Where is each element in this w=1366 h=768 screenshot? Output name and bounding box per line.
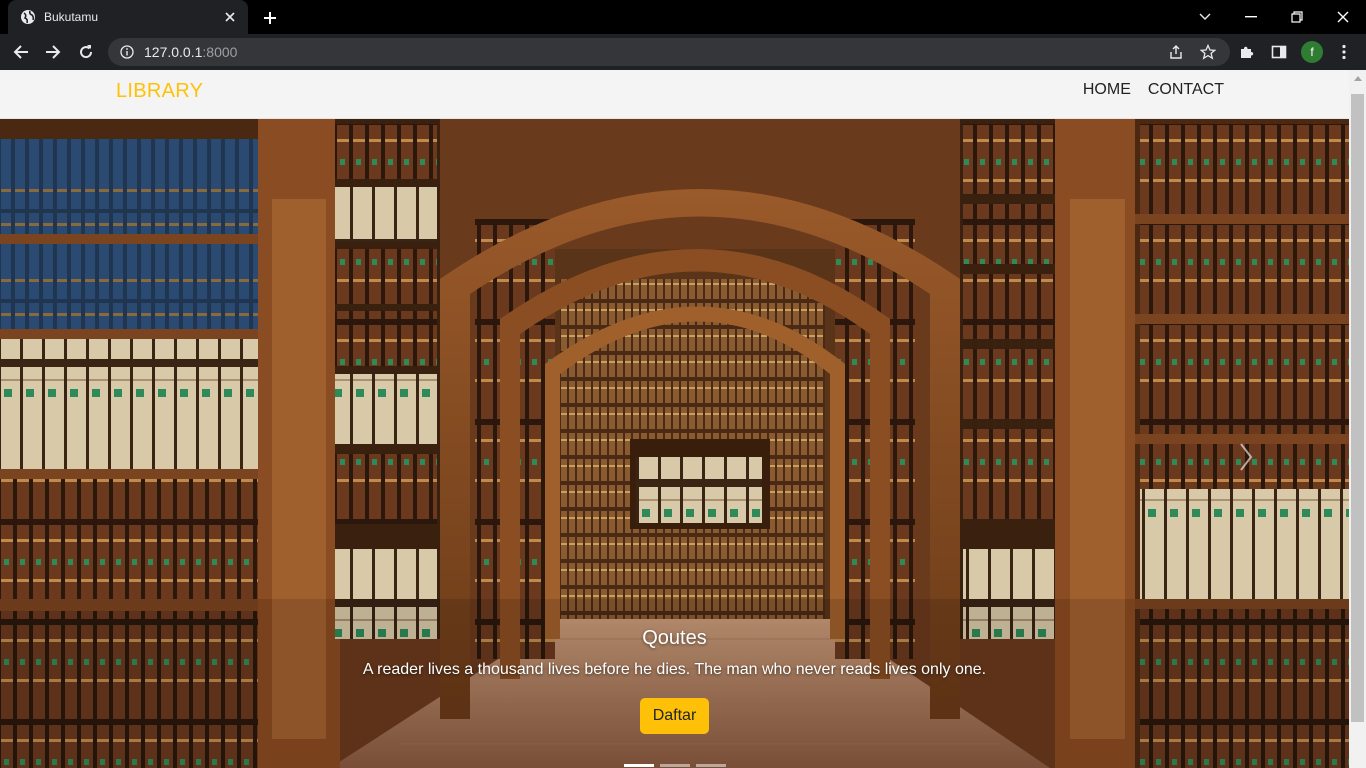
restore-icon[interactable]: [1286, 6, 1308, 28]
avatar[interactable]: f: [1301, 41, 1323, 63]
arrow-right-icon[interactable]: [42, 41, 64, 63]
star-icon[interactable]: [1200, 44, 1216, 60]
close-window-icon[interactable]: [1332, 6, 1354, 28]
url-port: :8000: [202, 44, 238, 60]
close-tab-icon[interactable]: [222, 9, 238, 25]
caption-quote: A reader lives a thousand lives before h…: [362, 661, 987, 678]
info-icon[interactable]: [120, 45, 134, 59]
site-brand[interactable]: LIBRARY: [116, 80, 203, 103]
new-tab-icon[interactable]: [260, 8, 280, 28]
carousel-next-chevron-icon[interactable]: [1228, 439, 1264, 475]
site-navbar: LIBRARY HOME CONTACT: [0, 70, 1349, 119]
page-viewport: LIBRARY HOME CONTACT Qoutes A reader liv…: [0, 70, 1366, 768]
vertical-scrollbar[interactable]: [1349, 70, 1366, 768]
browser-tab[interactable]: Bukutamu: [8, 0, 248, 34]
address-bar[interactable]: 127.0.0.1:8000: [108, 38, 1230, 66]
nav-contact-link[interactable]: CONTACT: [1148, 81, 1224, 99]
kebab-menu-icon[interactable]: [1333, 41, 1355, 63]
carousel-indicators: [624, 764, 726, 767]
scrollbar-thumb[interactable]: [1351, 94, 1364, 722]
caption-title: Qoutes: [642, 627, 707, 649]
browser-toolbar: 127.0.0.1:8000 f: [0, 34, 1366, 70]
daftar-button[interactable]: Daftar: [639, 698, 710, 734]
tab-title: Bukutamu: [44, 10, 99, 24]
arrow-left-icon[interactable]: [10, 41, 32, 63]
hero-carousel: Qoutes A reader lives a thousand lives b…: [0, 119, 1349, 768]
puzzle-icon[interactable]: [1236, 41, 1258, 63]
share-icon[interactable]: [1168, 44, 1184, 60]
globe-icon: [20, 9, 36, 25]
reload-icon[interactable]: [75, 41, 97, 63]
tab-search-chevron-icon[interactable]: [1194, 6, 1216, 28]
carousel-indicator-1[interactable]: [624, 764, 654, 767]
minimize-icon[interactable]: [1240, 6, 1262, 28]
side-panel-icon[interactable]: [1268, 41, 1290, 63]
carousel-indicator-2[interactable]: [660, 764, 690, 767]
browser-tab-strip: Bukutamu: [0, 0, 1366, 34]
carousel-indicator-3[interactable]: [696, 764, 726, 767]
scroll-up-arrow-icon[interactable]: [1349, 70, 1366, 87]
carousel-caption: Qoutes A reader lives a thousand lives b…: [0, 627, 1349, 734]
url-host: 127.0.0.1: [144, 44, 203, 60]
nav-links: HOME CONTACT: [1083, 81, 1224, 99]
nav-home-link[interactable]: HOME: [1083, 81, 1131, 99]
url-text: 127.0.0.1:8000: [144, 44, 237, 60]
